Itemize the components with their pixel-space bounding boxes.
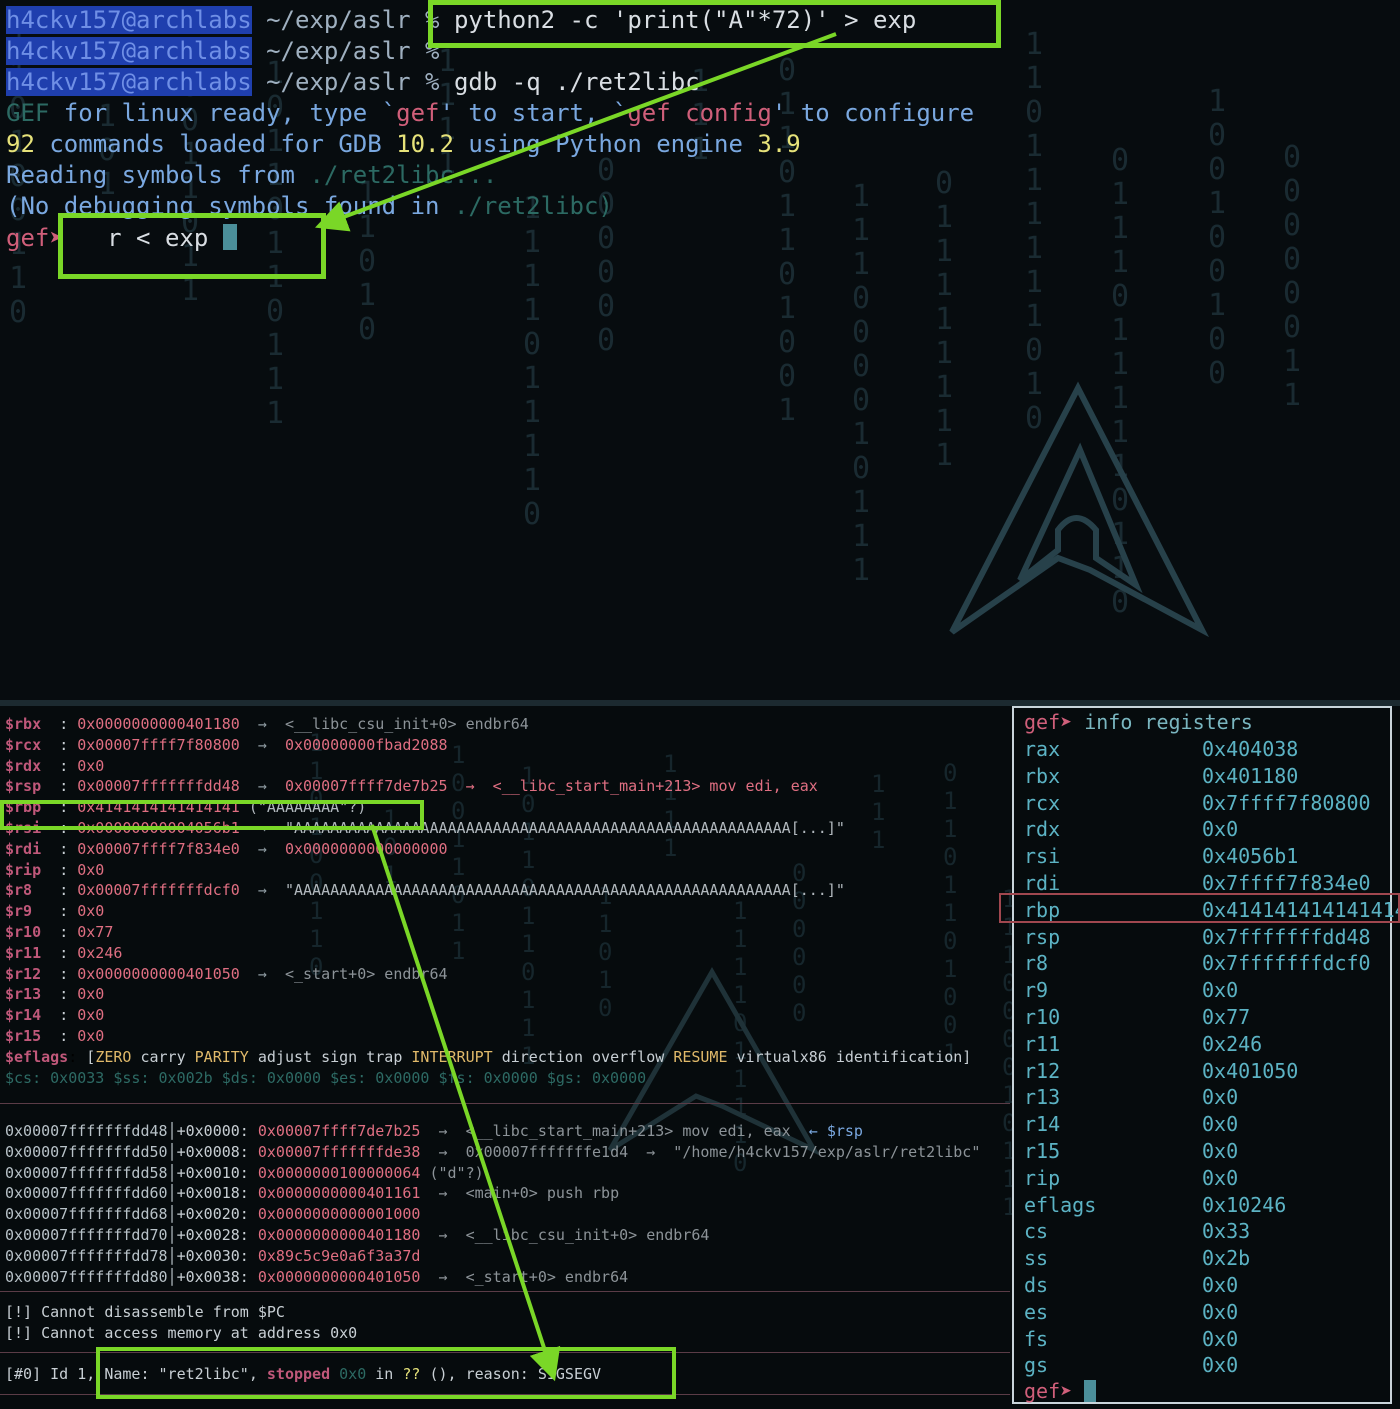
signal-reason: SIGSEGV: [537, 1365, 602, 1383]
info-register-row: r15 0x0: [1024, 1139, 1239, 1163]
stack-row: 0x00007fffffffdd80│+0x0038: 0x0000000000…: [5, 1267, 629, 1286]
info-register-row: es 0x0: [1024, 1299, 1239, 1324]
info-register-row: rbx 0x401180: [1024, 763, 1299, 788]
reading-symbols-line: Reading symbols from ./ret2libc...: [6, 161, 498, 189]
info-end-prompt[interactable]: gef➤: [1024, 1378, 1097, 1405]
info-register-row: rcx 0x7ffff7f80800: [1024, 790, 1371, 815]
stack-row: 0x00007fffffffdd50│+0x0008: 0x00007fffff…: [5, 1142, 981, 1161]
info-register-row: cs 0x33: [1024, 1219, 1251, 1244]
error-line-2: [!] Cannot access memory at address 0x0: [5, 1324, 358, 1342]
register-row: $r9 : 0x0: [5, 902, 105, 921]
register-row: $rdi : 0x00007ffff7f834e0 → 0x0000000000…: [5, 839, 448, 858]
run-command: r < exp: [107, 224, 209, 252]
info-register-row: ds 0x0: [1024, 1273, 1239, 1297]
stack-row: 0x00007fffffffdd48│+0x0000: 0x00007ffff7…: [5, 1122, 863, 1140]
gef-prompt: gef➤: [6, 224, 64, 252]
info-register-row: rdx 0x0: [1024, 817, 1239, 842]
stack-row: 0x00007fffffffdd70│+0x0028: 0x0000000000…: [5, 1226, 710, 1244]
register-row: $r8 : 0x00007fffffffdcf0 → "AAAAAAAAAAAA…: [5, 881, 845, 900]
top-terminal[interactable]: 1101001101011001101110110110111110101111…: [0, 0, 1400, 700]
shell-line-1: h4ckv157@archlabs ~/exp/aslr % python2 -…: [6, 6, 917, 34]
info-register-row: r12 0x401050: [1024, 1058, 1299, 1083]
shell-line-3: h4ckv157@archlabs ~/exp/aslr % gdb -q ./…: [6, 68, 700, 96]
stack-row: 0x00007fffffffdd78│+0x0030: 0x89c5c9e0a6…: [5, 1246, 421, 1265]
info-register-row: rsp 0x7fffffffdd48: [1024, 924, 1371, 949]
stack-row: 0x00007fffffffdd60│+0x0018: 0x0000000000…: [5, 1184, 620, 1203]
register-row: $r13 : 0x0: [5, 985, 105, 1004]
archlabs-logo: [949, 381, 1210, 638]
register-row: $rsp : 0x00007fffffffdd48 → 0x00007ffff7…: [5, 777, 818, 796]
info-register-row: eflags 0x10246: [1024, 1192, 1287, 1217]
error-line-1: [!] Cannot disassemble from $PC: [5, 1303, 285, 1321]
register-row: $rbp : 0x4141414141414141 ("AAAAAAAA"?): [5, 798, 367, 817]
info-register-row: ss 0x2b: [1024, 1246, 1251, 1271]
register-row: $r15 : 0x0: [5, 1027, 105, 1045]
register-row: $r14 : 0x0: [5, 1006, 105, 1025]
panel-cursor: [1084, 1380, 1097, 1402]
stack-row: 0x00007fffffffdd68│+0x0020: 0x0000000000…: [5, 1205, 421, 1224]
segments-line: $cs: 0x0033 $ss: 0x002b $ds: 0x0000 $es:…: [5, 1068, 647, 1087]
register-row: $r10 : 0x77: [5, 923, 114, 941]
info-register-row: r8 0x7fffffffdcf0: [1024, 951, 1371, 976]
info-registers-command-line: gef➤ info registers: [1024, 710, 1253, 734]
info-registers-panel[interactable]: gef➤ info registers rax 0x404038 rbx 0x4011…: [1012, 706, 1400, 1405]
info-register-row: rax 0x404038: [1024, 737, 1299, 761]
section-rule-stack: [0, 1103, 1010, 1104]
commands-loaded-line: 92 commands loaded for GDB 10.2 using Py…: [6, 130, 801, 158]
register-row: $r11 : 0x246: [5, 943, 123, 962]
info-register-row: fs 0x0: [1024, 1326, 1239, 1351]
register-row: $rsi : 0x00000000004056b1 → "AAAAAAAAAAA…: [5, 819, 845, 837]
terminal-cursor: [222, 224, 237, 250]
info-register-row: gs 0x0: [1024, 1353, 1239, 1378]
info-register-row: rip 0x0: [1024, 1165, 1239, 1190]
register-row: $rip : 0x0: [5, 860, 105, 879]
info-register-row: rdi 0x7ffff7f834e0: [1024, 871, 1371, 895]
section-rule-threads: [0, 1352, 1010, 1353]
no-debug-line: (No debugging symbols found in ./ret2lib…: [6, 192, 613, 220]
shell-line-2: h4ckv157@archlabs ~/exp/aslr %: [6, 37, 440, 65]
info-register-row: r11 0x246: [1024, 1031, 1263, 1056]
register-row: $rbx : 0x0000000000401180 → <__libc_csu_…: [5, 715, 529, 733]
info-register-row: rbp 0x4141414141414141: [1024, 897, 1400, 922]
info-register-row: r14 0x0: [1024, 1112, 1239, 1137]
info-register-row: rsi 0x4056b1: [1024, 844, 1299, 869]
section-rule-bottom: [0, 1394, 1010, 1395]
thread-line: [#0] Id 1, Name: "ret2libc", stopped 0x0…: [5, 1365, 602, 1383]
gef-run-line[interactable]: gef➤ r < exp: [6, 223, 237, 254]
info-register-row: r9 0x0: [1024, 978, 1239, 1003]
register-row: $rdx : 0x0: [5, 756, 105, 775]
shell-command-1: python2 -c 'print("A"*72)' > exp: [453, 6, 917, 34]
info-register-row: r10 0x77: [1024, 1005, 1251, 1029]
register-row: $r12 : 0x0000000000401050 → <_start+0> e…: [5, 964, 448, 983]
stack-row: 0x00007fffffffdd58│+0x0010: 0x0000000100…: [5, 1163, 484, 1182]
register-row: $rcx : 0x00007ffff7f80800 → 0x00000000fb…: [5, 735, 448, 754]
eflags-line: $eflags: [ZERO carry PARITY adjust sign …: [5, 1047, 972, 1066]
gef-ready-line: GEF for linux ready, type `gef' to start…: [6, 99, 975, 127]
shell-command-3: gdb -q ./ret2libc: [453, 68, 700, 96]
section-rule-code: [0, 1291, 1010, 1292]
info-register-row: r13 0x0: [1024, 1085, 1239, 1110]
